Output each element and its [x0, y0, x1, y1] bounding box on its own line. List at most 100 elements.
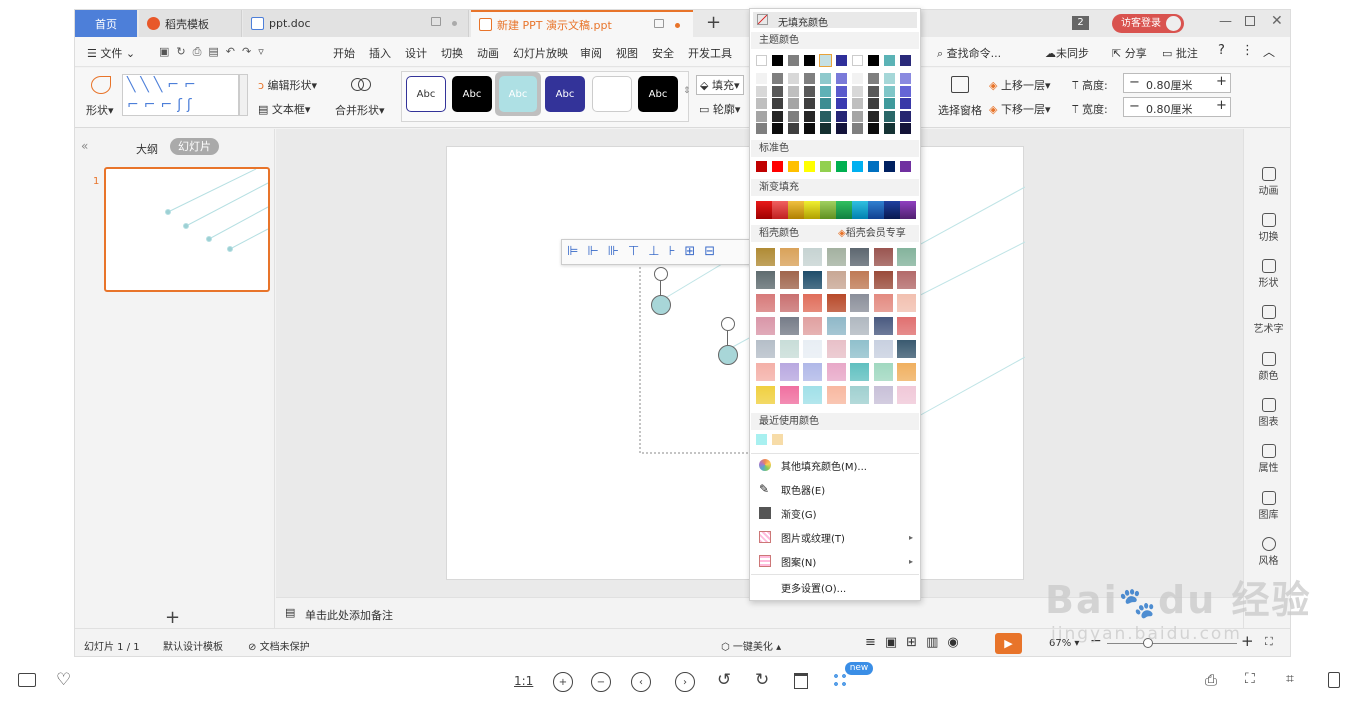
print-icon[interactable]: ⎙: [1205, 671, 1217, 689]
docer-color-swatch[interactable]: [897, 271, 916, 289]
gradient-swatch[interactable]: [900, 201, 916, 219]
help-icon[interactable]: ?: [1218, 43, 1225, 58]
fill-button[interactable]: ⬙ 填充▾: [696, 75, 744, 95]
theme-shade-swatch[interactable]: [836, 110, 847, 122]
gradient-swatch[interactable]: [852, 201, 868, 219]
theme-shade-swatch[interactable]: [836, 98, 847, 109]
theme-shade-swatch[interactable]: [804, 123, 815, 134]
sidebar-item-transition[interactable]: 切换: [1244, 213, 1290, 243]
rotate-left-icon[interactable]: ↺: [717, 670, 731, 690]
folder-icon[interactable]: [18, 673, 36, 687]
theme-shade-swatch[interactable]: [756, 110, 767, 122]
docer-color-swatch[interactable]: [756, 340, 775, 358]
sidebar-item-animation[interactable]: 动画: [1244, 167, 1290, 197]
crop-icon[interactable]: ⌗: [1286, 671, 1294, 687]
gradient-swatch[interactable]: [756, 201, 772, 219]
sidebar-item-color[interactable]: 颜色: [1244, 352, 1290, 382]
template-name[interactable]: 默认设计模板: [163, 638, 223, 653]
actual-size-icon[interactable]: 1:1: [514, 674, 533, 688]
docer-color-swatch[interactable]: [873, 340, 893, 358]
theme-shade-swatch[interactable]: [868, 98, 879, 109]
theme-shade-swatch[interactable]: [788, 110, 799, 122]
theme-color-swatch[interactable]: [788, 55, 799, 66]
comment-button[interactable]: ▭ 批注: [1162, 45, 1198, 61]
send-backward-button[interactable]: ◈ 下移一层▾: [989, 101, 1051, 117]
standard-color-swatch[interactable]: [900, 161, 911, 172]
heart-icon[interactable]: ♡: [56, 670, 71, 690]
docer-color-swatch[interactable]: [897, 248, 916, 266]
theme-color-swatch[interactable]: [772, 55, 783, 66]
height-value[interactable]: 0.80厘米: [1146, 77, 1193, 93]
theme-shade-swatch[interactable]: [820, 98, 831, 109]
docer-color-swatch[interactable]: [850, 340, 869, 358]
menu-developer[interactable]: 开发工具: [688, 45, 732, 61]
increment-icon[interactable]: +: [1216, 74, 1227, 89]
next-icon[interactable]: ›: [675, 672, 695, 692]
selection-pane-button[interactable]: 选择窗格: [938, 102, 982, 118]
textbox-button[interactable]: ▤ 文本框▾: [258, 101, 310, 117]
file-menu[interactable]: ☰ 文件 ⌄: [87, 45, 135, 61]
tab-docer-template[interactable]: 稻壳模板: [139, 10, 242, 37]
height-stepper[interactable]: − 0.80厘米 +: [1123, 73, 1231, 93]
recent-color-swatch[interactable]: [756, 434, 767, 445]
docer-color-swatch[interactable]: [779, 340, 799, 358]
theme-shade-swatch[interactable]: [772, 73, 783, 84]
theme-shade-swatch[interactable]: [756, 123, 767, 134]
docer-color-swatch[interactable]: [779, 271, 799, 289]
theme-shade-swatch[interactable]: [884, 73, 895, 84]
theme-color-swatch[interactable]: [804, 55, 815, 66]
sidebar-item-chart[interactable]: 图表: [1244, 398, 1290, 428]
theme-color-swatch[interactable]: [852, 55, 863, 66]
fullscreen-icon[interactable]: ⛶: [1245, 671, 1255, 687]
standard-color-swatch[interactable]: [788, 161, 799, 172]
docer-color-swatch[interactable]: [756, 363, 775, 381]
docer-color-swatch[interactable]: [779, 317, 799, 335]
docer-color-swatch[interactable]: [826, 340, 846, 358]
more-fill-colors-item[interactable]: 其他填充颜色(M)...: [751, 454, 919, 476]
gradient-swatch[interactable]: [804, 201, 820, 219]
width-value[interactable]: 0.80厘米: [1146, 101, 1193, 117]
gradient-swatch[interactable]: [788, 201, 804, 219]
docer-color-swatch[interactable]: [756, 317, 775, 335]
docer-color-swatch[interactable]: [850, 248, 869, 266]
quick-access-icons[interactable]: ▣↻⎙▤↶↷▿: [159, 45, 271, 59]
sidebar-item-shape[interactable]: 形状: [1244, 259, 1290, 289]
theme-shade-swatch[interactable]: [820, 85, 831, 97]
docer-color-swatch[interactable]: [850, 386, 869, 404]
theme-shade-swatch[interactable]: [772, 98, 783, 109]
theme-color-swatch[interactable]: [819, 54, 832, 67]
docer-color-swatch[interactable]: [803, 271, 822, 289]
docer-color-swatch[interactable]: [803, 248, 822, 266]
docer-color-swatch[interactable]: [779, 248, 799, 266]
theme-shade-swatch[interactable]: [820, 123, 831, 134]
sync-status[interactable]: ☁未同步: [1045, 45, 1089, 61]
standard-color-swatch[interactable]: [884, 161, 895, 172]
theme-shade-swatch[interactable]: [868, 123, 879, 134]
increment-icon[interactable]: +: [1216, 98, 1227, 113]
docer-color-swatch[interactable]: [756, 271, 775, 289]
theme-shade-swatch[interactable]: [852, 98, 863, 109]
docer-color-swatch[interactable]: [826, 271, 846, 289]
decrement-icon[interactable]: −: [1129, 99, 1140, 114]
docer-color-swatch[interactable]: [803, 340, 822, 358]
theme-shade-swatch[interactable]: [836, 85, 847, 97]
theme-shade-swatch[interactable]: [820, 73, 831, 84]
gradient-swatch[interactable]: [772, 201, 788, 219]
decrement-icon[interactable]: −: [1129, 75, 1140, 90]
theme-shade-swatch[interactable]: [820, 110, 831, 122]
window-count-badge[interactable]: 2: [1072, 16, 1089, 30]
gallery-scroll[interactable]: [239, 74, 248, 116]
theme-shade-swatch[interactable]: [884, 123, 895, 134]
theme-shade-swatch[interactable]: [852, 73, 863, 84]
protect-status[interactable]: ⊘ 文档未保护: [248, 638, 310, 653]
docer-color-swatch[interactable]: [873, 363, 893, 381]
more-icon[interactable]: ⋮: [1241, 43, 1254, 58]
docer-color-swatch[interactable]: [826, 363, 846, 381]
gradient-swatch[interactable]: [836, 201, 852, 219]
theme-shade-swatch[interactable]: [868, 110, 879, 122]
standard-color-swatch[interactable]: [836, 161, 847, 172]
theme-shade-swatch[interactable]: [804, 73, 815, 84]
docer-color-swatch[interactable]: [850, 317, 869, 335]
add-slide-plus-icon[interactable]: +: [165, 607, 180, 628]
zoom-out-icon[interactable]: −: [591, 672, 611, 692]
